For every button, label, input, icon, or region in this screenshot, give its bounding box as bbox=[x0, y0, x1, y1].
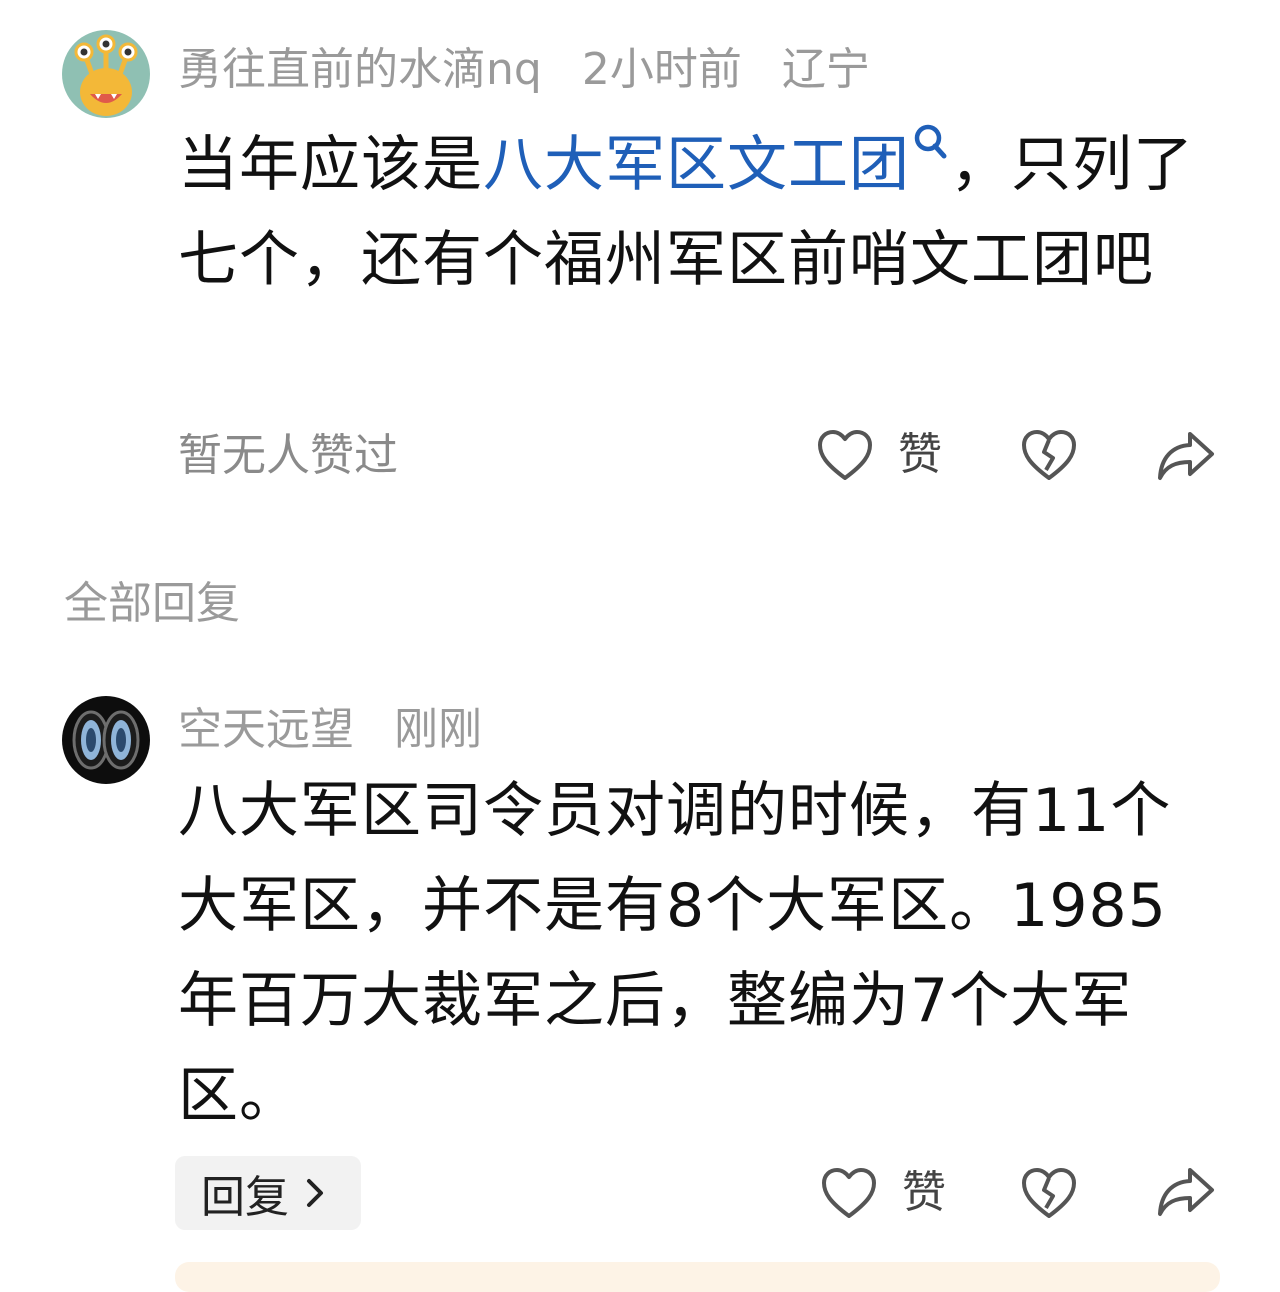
reply-meta: 空天远望 刚刚 bbox=[178, 708, 508, 752]
all-replies-title: 全部回复 bbox=[64, 578, 240, 629]
reply-button[interactable]: 回复 bbox=[175, 1156, 361, 1230]
replier-avatar[interactable] bbox=[62, 696, 150, 784]
likes-status: 暂无人赞过 bbox=[178, 430, 398, 481]
like-label: 赞 bbox=[898, 429, 942, 480]
commenter-avatar[interactable] bbox=[62, 30, 150, 118]
reply-share-button[interactable] bbox=[1156, 1164, 1216, 1220]
comment-text: 当年应该是八大军区文工团 ，只列了七个，还有个福州军区前哨文工团吧 bbox=[178, 118, 1218, 308]
comment-username[interactable]: 勇往直前的水滴nq bbox=[178, 44, 542, 95]
comment-location: 辽宁 bbox=[781, 44, 870, 95]
reply-dislike-button[interactable] bbox=[1020, 1166, 1078, 1222]
share-icon bbox=[1158, 1168, 1214, 1216]
share-icon bbox=[1158, 432, 1214, 480]
monster-avatar-icon bbox=[62, 30, 150, 118]
reply-button-label: 回复 bbox=[201, 1172, 289, 1223]
reply-like-button[interactable]: 赞 bbox=[820, 1166, 946, 1220]
keyword-text: 八大军区文工团 bbox=[483, 130, 910, 200]
reply-username[interactable]: 空天远望 bbox=[178, 704, 354, 755]
keyword-link[interactable]: 八大军区文工团 bbox=[483, 124, 950, 200]
goggles-avatar-icon bbox=[62, 696, 150, 784]
heart-icon bbox=[818, 430, 872, 480]
comment-share-button[interactable] bbox=[1156, 428, 1216, 484]
comment-like-button[interactable]: 赞 bbox=[816, 428, 942, 482]
broken-heart-icon bbox=[1022, 1168, 1076, 1218]
broken-heart-icon bbox=[1022, 430, 1076, 480]
comment-dislike-button[interactable] bbox=[1020, 428, 1078, 484]
like-label: 赞 bbox=[902, 1167, 946, 1218]
next-item-preview bbox=[175, 1262, 1220, 1292]
chevron-right-icon bbox=[307, 1179, 323, 1207]
comment-text-before: 当年应该是 bbox=[178, 130, 483, 200]
reply-text: 八大军区司令员对调的时候，有11个大军区，并不是有8个大军区。1985年百万大裁… bbox=[178, 776, 1172, 1131]
reply-time: 刚刚 bbox=[394, 704, 482, 755]
heart-icon bbox=[822, 1168, 876, 1218]
comment-time: 2小时前 bbox=[581, 44, 742, 95]
comment-meta: 勇往直前的水滴nq 2小时前 辽宁 bbox=[178, 48, 896, 92]
search-icon bbox=[914, 124, 947, 159]
